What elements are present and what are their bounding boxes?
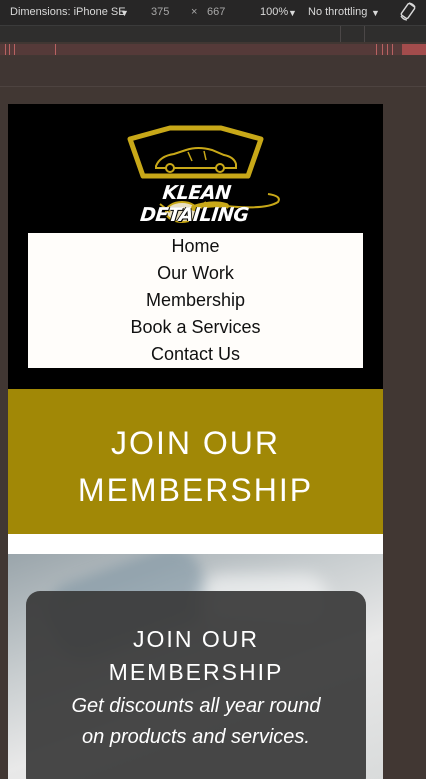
media-query-marker[interactable] <box>387 44 388 55</box>
media-query-bar-min[interactable] <box>0 44 426 55</box>
media-query-marker[interactable] <box>5 44 6 55</box>
klean-detailing-logo[interactable]: KLEAN DETAILING <box>108 124 283 226</box>
nav-item-home[interactable]: Home <box>28 233 363 260</box>
hero-subtitle-line-1: Get discounts all year round <box>71 695 321 717</box>
site-header: KLEAN DETAILING Home Our Work Membership… <box>8 104 383 389</box>
media-query-marker[interactable] <box>392 44 393 55</box>
media-query-marker[interactable] <box>340 26 341 42</box>
throttling-dropdown-caret-icon[interactable]: ▼ <box>371 7 380 20</box>
banner-title-line-2: MEMBERSHIP <box>77 472 314 508</box>
hero-subtitle-line-2: on products and services. <box>82 726 310 748</box>
media-query-range[interactable] <box>402 44 426 55</box>
membership-hero: JOIN OUR MEMBERSHIP Get discounts all ye… <box>8 554 383 779</box>
banner-title-line-1: JOIN OUR <box>111 425 280 461</box>
hero-title-line-1: JOIN OUR <box>133 626 259 652</box>
media-query-marker[interactable] <box>9 44 10 55</box>
nav-item-our-work[interactable]: Our Work <box>28 260 363 287</box>
dimension-separator: × <box>191 6 198 18</box>
rotate-icon[interactable] <box>398 2 418 22</box>
zoom-dropdown-caret-icon[interactable]: ▼ <box>288 7 297 20</box>
device-viewport: KLEAN DETAILING Home Our Work Membership… <box>8 104 383 779</box>
device-toolbar: Dimensions: iPhone SE ▼ 375 × 667 100% ▼… <box>0 0 426 26</box>
media-query-marker[interactable] <box>376 44 377 55</box>
media-query-bar-max[interactable] <box>0 26 426 42</box>
ruler-area <box>0 56 426 87</box>
media-query-marker[interactable] <box>364 26 365 42</box>
nav-item-membership[interactable]: Membership <box>28 287 363 314</box>
viewport-height-input[interactable]: 667 <box>207 6 225 19</box>
logo-text: KLEAN DETAILING <box>139 182 250 226</box>
media-query-marker[interactable] <box>382 44 383 55</box>
viewport-width-input[interactable]: 375 <box>151 6 169 19</box>
media-query-marker[interactable] <box>55 44 56 55</box>
hero-title-line-2: MEMBERSHIP <box>108 659 284 685</box>
zoom-select[interactable]: 100% <box>260 6 288 19</box>
device-dropdown-caret-icon[interactable]: ▼ <box>120 7 129 20</box>
nav-item-book-services[interactable]: Book a Services <box>28 314 363 341</box>
main-navigation: Home Our Work Membership Book a Services… <box>28 233 363 368</box>
media-query-marker[interactable] <box>14 44 15 55</box>
nav-item-contact-us[interactable]: Contact Us <box>28 341 363 368</box>
hero-overlay-card: JOIN OUR MEMBERSHIP Get discounts all ye… <box>26 591 366 779</box>
throttling-select[interactable]: No throttling <box>308 6 367 19</box>
join-membership-banner: JOIN OUR MEMBERSHIP <box>8 389 383 534</box>
device-dimensions-select[interactable]: Dimensions: iPhone SE <box>10 6 126 19</box>
